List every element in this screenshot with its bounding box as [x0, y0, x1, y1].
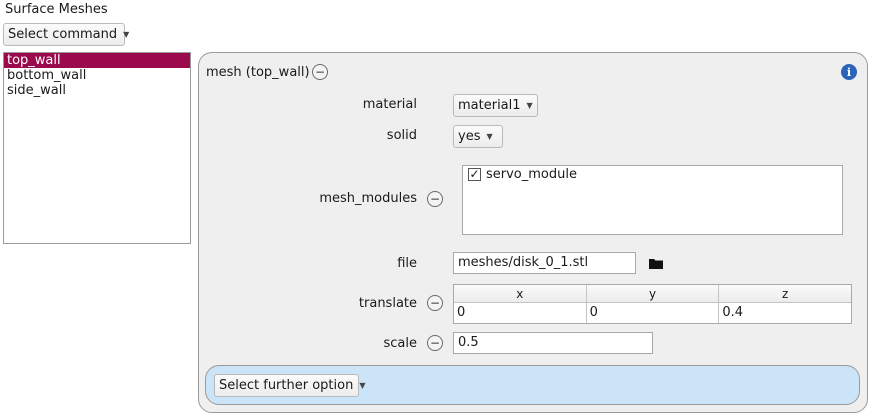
solid-label: solid: [386, 128, 417, 143]
dropdown-arrow-icon: ▼: [486, 132, 493, 141]
material-label: material: [362, 97, 417, 112]
translate-z-cell[interactable]: 0.4: [719, 303, 851, 323]
solid-dropdown[interactable]: yes ▼: [453, 125, 503, 148]
panel-header: mesh (top_wall): [206, 65, 310, 80]
collapse-translate-button[interactable]: −: [427, 295, 443, 311]
list-item[interactable]: side_wall: [4, 83, 190, 98]
mesh-modules-list[interactable]: ✓ servo_module: [462, 165, 843, 235]
file-field[interactable]: meshes/disk_0_1.stl: [453, 252, 636, 274]
mesh-modules-label: mesh_modules: [319, 191, 417, 206]
collapse-mesh-modules-button[interactable]: −: [427, 191, 443, 207]
translate-x-cell[interactable]: 0: [454, 303, 587, 323]
scale-label: scale: [383, 336, 418, 351]
select-command-dropdown[interactable]: Select command ▼: [3, 23, 129, 46]
column-header-x: x: [454, 285, 587, 302]
list-item[interactable]: bottom_wall: [4, 68, 190, 83]
list-item[interactable]: top_wall: [4, 53, 190, 68]
minus-circle-icon: −: [314, 65, 326, 79]
scale-field[interactable]: 0.5: [453, 332, 653, 354]
dropdown-arrow-icon: ▼: [123, 30, 130, 39]
servo-module-checkbox[interactable]: ✓: [468, 168, 481, 181]
material-value: material1: [458, 98, 521, 113]
translate-label: translate: [358, 296, 417, 311]
check-icon: ✓: [469, 167, 480, 181]
translate-table: x y z 0 0 0.4: [453, 284, 852, 324]
translate-y-cell[interactable]: 0: [587, 303, 720, 323]
minus-circle-icon: −: [429, 336, 441, 350]
select-command-label: Select command: [8, 27, 118, 42]
collapse-scale-button[interactable]: −: [427, 335, 443, 351]
material-dropdown[interactable]: material1 ▼: [453, 94, 538, 117]
further-option-dropdown[interactable]: Select further option ▼: [214, 374, 365, 397]
solid-value: yes: [458, 129, 481, 144]
minus-circle-icon: −: [429, 296, 441, 310]
file-label: file: [397, 256, 417, 271]
window-title: Surface Meshes: [5, 2, 108, 17]
column-header-y: y: [587, 285, 720, 302]
further-option-label: Select further option: [219, 378, 354, 393]
collapse-mesh-button[interactable]: −: [312, 64, 328, 80]
folder-icon[interactable]: [649, 258, 664, 269]
column-header-z: z: [782, 287, 789, 301]
dropdown-arrow-icon: ▼: [359, 381, 366, 390]
info-icon[interactable]: i: [841, 64, 857, 80]
dropdown-arrow-icon: ▼: [526, 101, 533, 110]
minus-circle-icon: −: [429, 192, 441, 206]
mesh-list[interactable]: top_wall bottom_wall side_wall: [3, 52, 191, 244]
servo-module-label: servo_module: [486, 167, 577, 182]
